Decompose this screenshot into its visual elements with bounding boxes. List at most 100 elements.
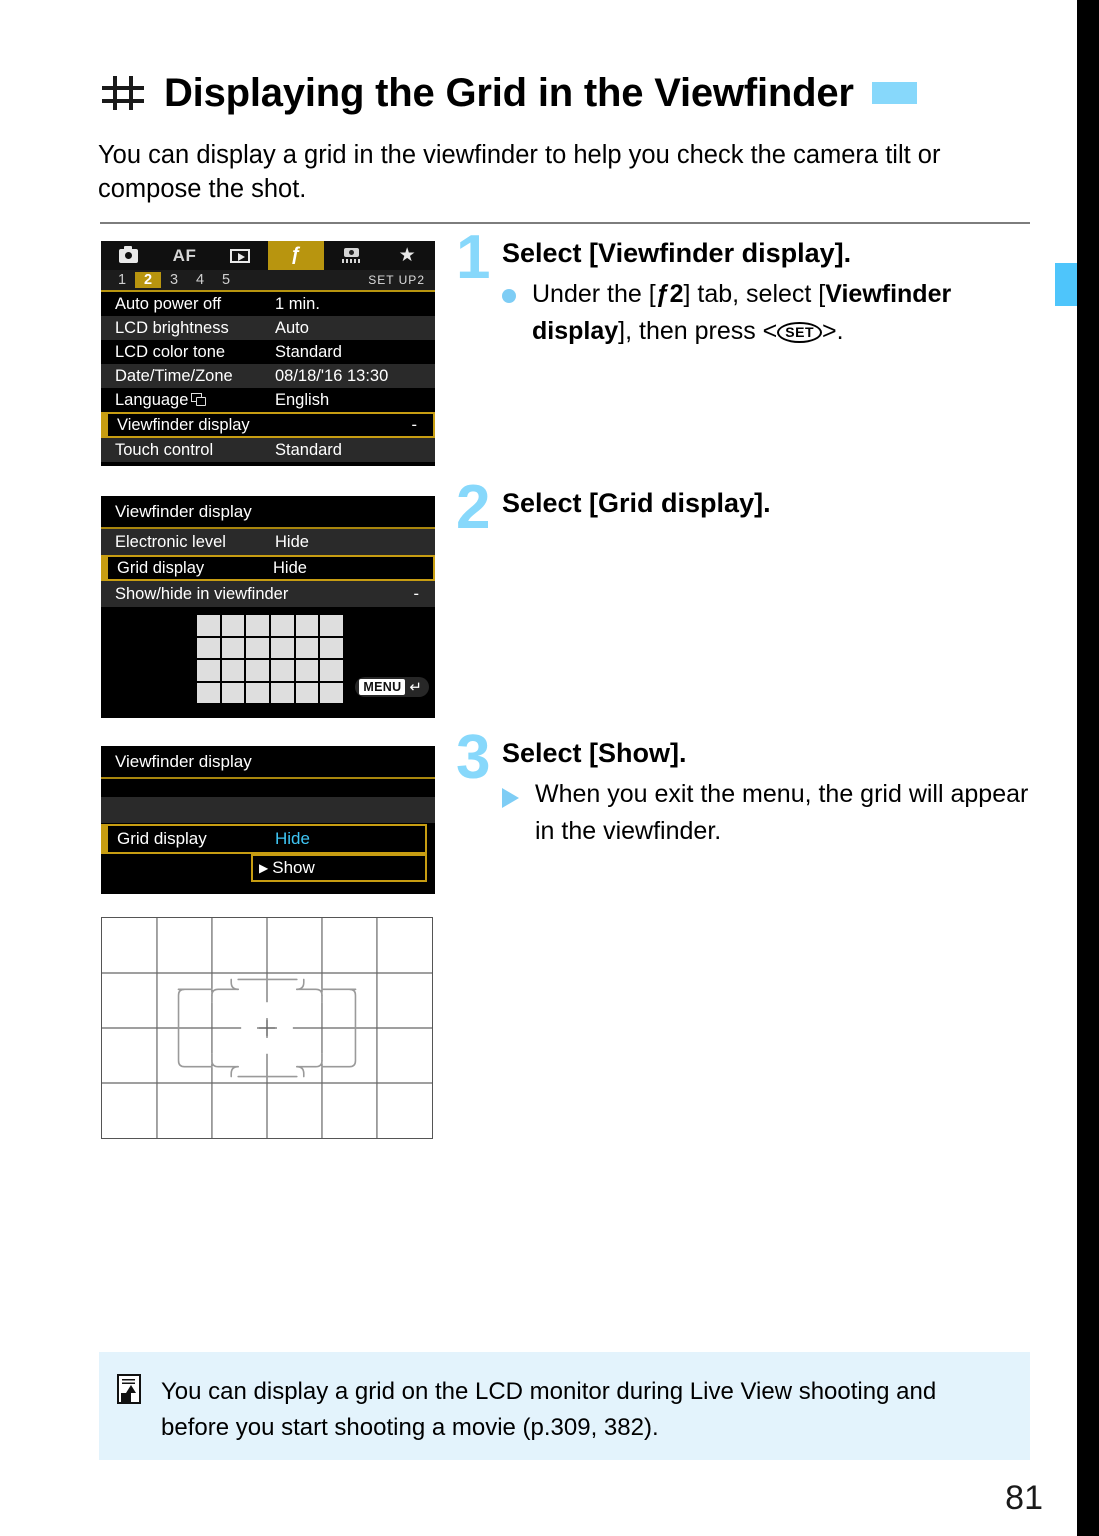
- grid-preview-cell: [320, 615, 343, 636]
- menu-row-label: Date/Time/Zone: [115, 366, 233, 385]
- tab-custom-functions[interactable]: [324, 241, 380, 270]
- step-body: When you exit the menu, the grid will ap…: [535, 780, 1029, 845]
- menu-page-5[interactable]: 5: [213, 272, 239, 288]
- grid-preview-cell: [270, 660, 294, 681]
- step-2: 2 Select [Grid display].: [456, 477, 1036, 539]
- menu-page-1[interactable]: 1: [109, 272, 135, 288]
- menu-row-value: Hide: [275, 532, 309, 551]
- screenshot-viewfinder-display: Viewfinder display Electronic level Hide…: [101, 496, 435, 718]
- note-text: You can display a grid on the LCD monito…: [161, 1378, 937, 1441]
- step-heading: Select [Show].: [502, 738, 687, 768]
- page-edge-strip: [1077, 0, 1099, 1536]
- intro-paragraph: You can display a grid in the viewfinder…: [98, 141, 941, 203]
- screenshot-grid-display-dropdown: Viewfinder display Grid display Hide ▶ S…: [101, 746, 435, 894]
- grid-preview-cell: [197, 682, 220, 703]
- menu-row-grid-display[interactable]: Grid display Hide: [101, 555, 435, 581]
- manual-page: Displaying the Grid in the Viewfinder Yo…: [0, 0, 1099, 1536]
- menu-page-4[interactable]: 4: [187, 272, 213, 288]
- grid-preview-cell: [246, 615, 269, 636]
- grid-preview-cell: [270, 637, 294, 658]
- bullet-dot-icon: [502, 289, 516, 303]
- return-arrow-icon: ↵: [409, 678, 422, 696]
- menu-row-value: Standard: [275, 440, 342, 459]
- dropdown-setting-label: Grid display: [117, 829, 207, 848]
- menu-row-value: Auto: [275, 318, 309, 337]
- grid-preview-cell: [320, 682, 343, 703]
- step-number: 2: [456, 473, 491, 542]
- grid-preview-cell: [221, 637, 245, 658]
- grid-preview-area: MENU ↵: [101, 607, 435, 703]
- dropdown-area: Grid display Hide ▶ Show: [101, 779, 435, 885]
- grid-preview-cell: [320, 637, 343, 658]
- step-bullet-line: Under the [ƒ2] tab, select [Viewfinder d…: [502, 276, 1036, 350]
- screenshot-setup2-menu: AF ƒ ★ 1 2 3 4 5 SET UP2 Auto power off …: [101, 241, 435, 466]
- menu-row-label: Grid display: [117, 558, 205, 577]
- step-body-end: >.: [822, 317, 844, 345]
- tab-my-menu[interactable]: ★: [379, 241, 435, 270]
- screen-title: Viewfinder display: [101, 496, 435, 529]
- language-icon: [191, 392, 207, 407]
- menu-row-date-time-zone[interactable]: Date/Time/Zone 08/18/'16 13:30: [101, 364, 435, 388]
- page-number: 81: [1005, 1479, 1043, 1517]
- grid-preview-cell: [221, 660, 245, 681]
- menu-row-label: LCD color tone: [115, 342, 226, 361]
- chapter-edge-tab: [1055, 263, 1077, 306]
- menu-row-show-hide-in-viewfinder[interactable]: Show/hide in viewfinder -: [101, 581, 435, 607]
- step-number: 1: [456, 223, 491, 292]
- grid-preview-cell: [246, 660, 269, 681]
- menu-row-language[interactable]: Language English: [101, 388, 435, 412]
- grid-preview-cell: [197, 637, 220, 658]
- step-bullet-line: When you exit the menu, the grid will ap…: [502, 776, 1036, 850]
- page-title: Displaying the Grid in the Viewfinder: [164, 70, 854, 115]
- wrench-icon: ƒ: [655, 280, 670, 308]
- menu-row-electronic-level[interactable]: Electronic level Hide: [101, 529, 435, 555]
- dropdown-setting-row[interactable]: Grid display Hide: [101, 824, 427, 854]
- menu-row-lcd-brightness[interactable]: LCD brightness Auto: [101, 316, 435, 340]
- grid-preview-cell: [221, 682, 245, 703]
- dropdown-option-show: Show: [272, 858, 315, 877]
- menu-page-2[interactable]: 2: [135, 272, 161, 288]
- menu-row-value: Hide: [273, 558, 307, 577]
- menu-button-label: MENU: [359, 679, 406, 695]
- menu-row-label: Language: [115, 390, 189, 409]
- menu-row-label: Viewfinder display: [117, 415, 250, 434]
- set-button-icon: SET: [777, 322, 823, 343]
- viewfinder-svg: [102, 918, 432, 1138]
- tab-shooting[interactable]: [101, 241, 157, 270]
- menu-return-button[interactable]: MENU ↵: [355, 677, 429, 697]
- grid-preview-cell: [197, 615, 220, 636]
- playback-icon: [230, 248, 251, 263]
- tab-setup[interactable]: ƒ: [268, 241, 324, 270]
- viewfinder-grid-diagram: [101, 917, 433, 1139]
- grid-preview-cell: [270, 682, 294, 703]
- step-content: Select [Grid display].: [502, 486, 1036, 520]
- dropdown-background-row: [101, 797, 435, 823]
- menu-row-lcd-color-tone[interactable]: LCD color tone Standard: [101, 340, 435, 364]
- menu-row-label: Auto power off: [115, 294, 222, 313]
- menu-row-auto-power-off[interactable]: Auto power off 1 min.: [101, 292, 435, 316]
- grid-preview-cell: [246, 682, 269, 703]
- grid-preview: [197, 615, 343, 703]
- section-divider: [100, 222, 1030, 224]
- step-content: Select [Viewfinder display]. Under the […: [502, 236, 1036, 350]
- dropdown-option-hide[interactable]: Hide: [275, 829, 425, 849]
- dropdown-option-show-row[interactable]: ▶ Show: [251, 854, 427, 882]
- tab-af[interactable]: AF: [157, 241, 213, 270]
- step-body-tab: 2: [669, 280, 684, 308]
- step-body-suffix: ], then press <: [618, 317, 778, 345]
- grid-preview-cell: [320, 660, 343, 681]
- step-body-prefix: Under the [: [532, 280, 656, 308]
- menu-row-label: Touch control: [115, 440, 214, 459]
- title-accent-chip: [871, 82, 917, 104]
- menu-row-label: LCD brightness: [115, 318, 229, 337]
- grid-preview-cell: [246, 637, 269, 658]
- menu-row-label: Electronic level: [115, 532, 226, 551]
- menu-page-3[interactable]: 3: [161, 272, 187, 288]
- menu-row-touch-control[interactable]: Touch control Standard: [101, 438, 435, 462]
- menu-page-row: 1 2 3 4 5 SET UP2: [101, 270, 435, 292]
- menu-row-viewfinder-display[interactable]: Viewfinder display -: [101, 412, 435, 438]
- menu-row-label: Show/hide in viewfinder: [115, 584, 289, 603]
- tab-playback[interactable]: [212, 241, 268, 270]
- grid-preview-cell: [197, 660, 220, 681]
- step-content: Select [Show]. When you exit the menu, t…: [502, 736, 1036, 850]
